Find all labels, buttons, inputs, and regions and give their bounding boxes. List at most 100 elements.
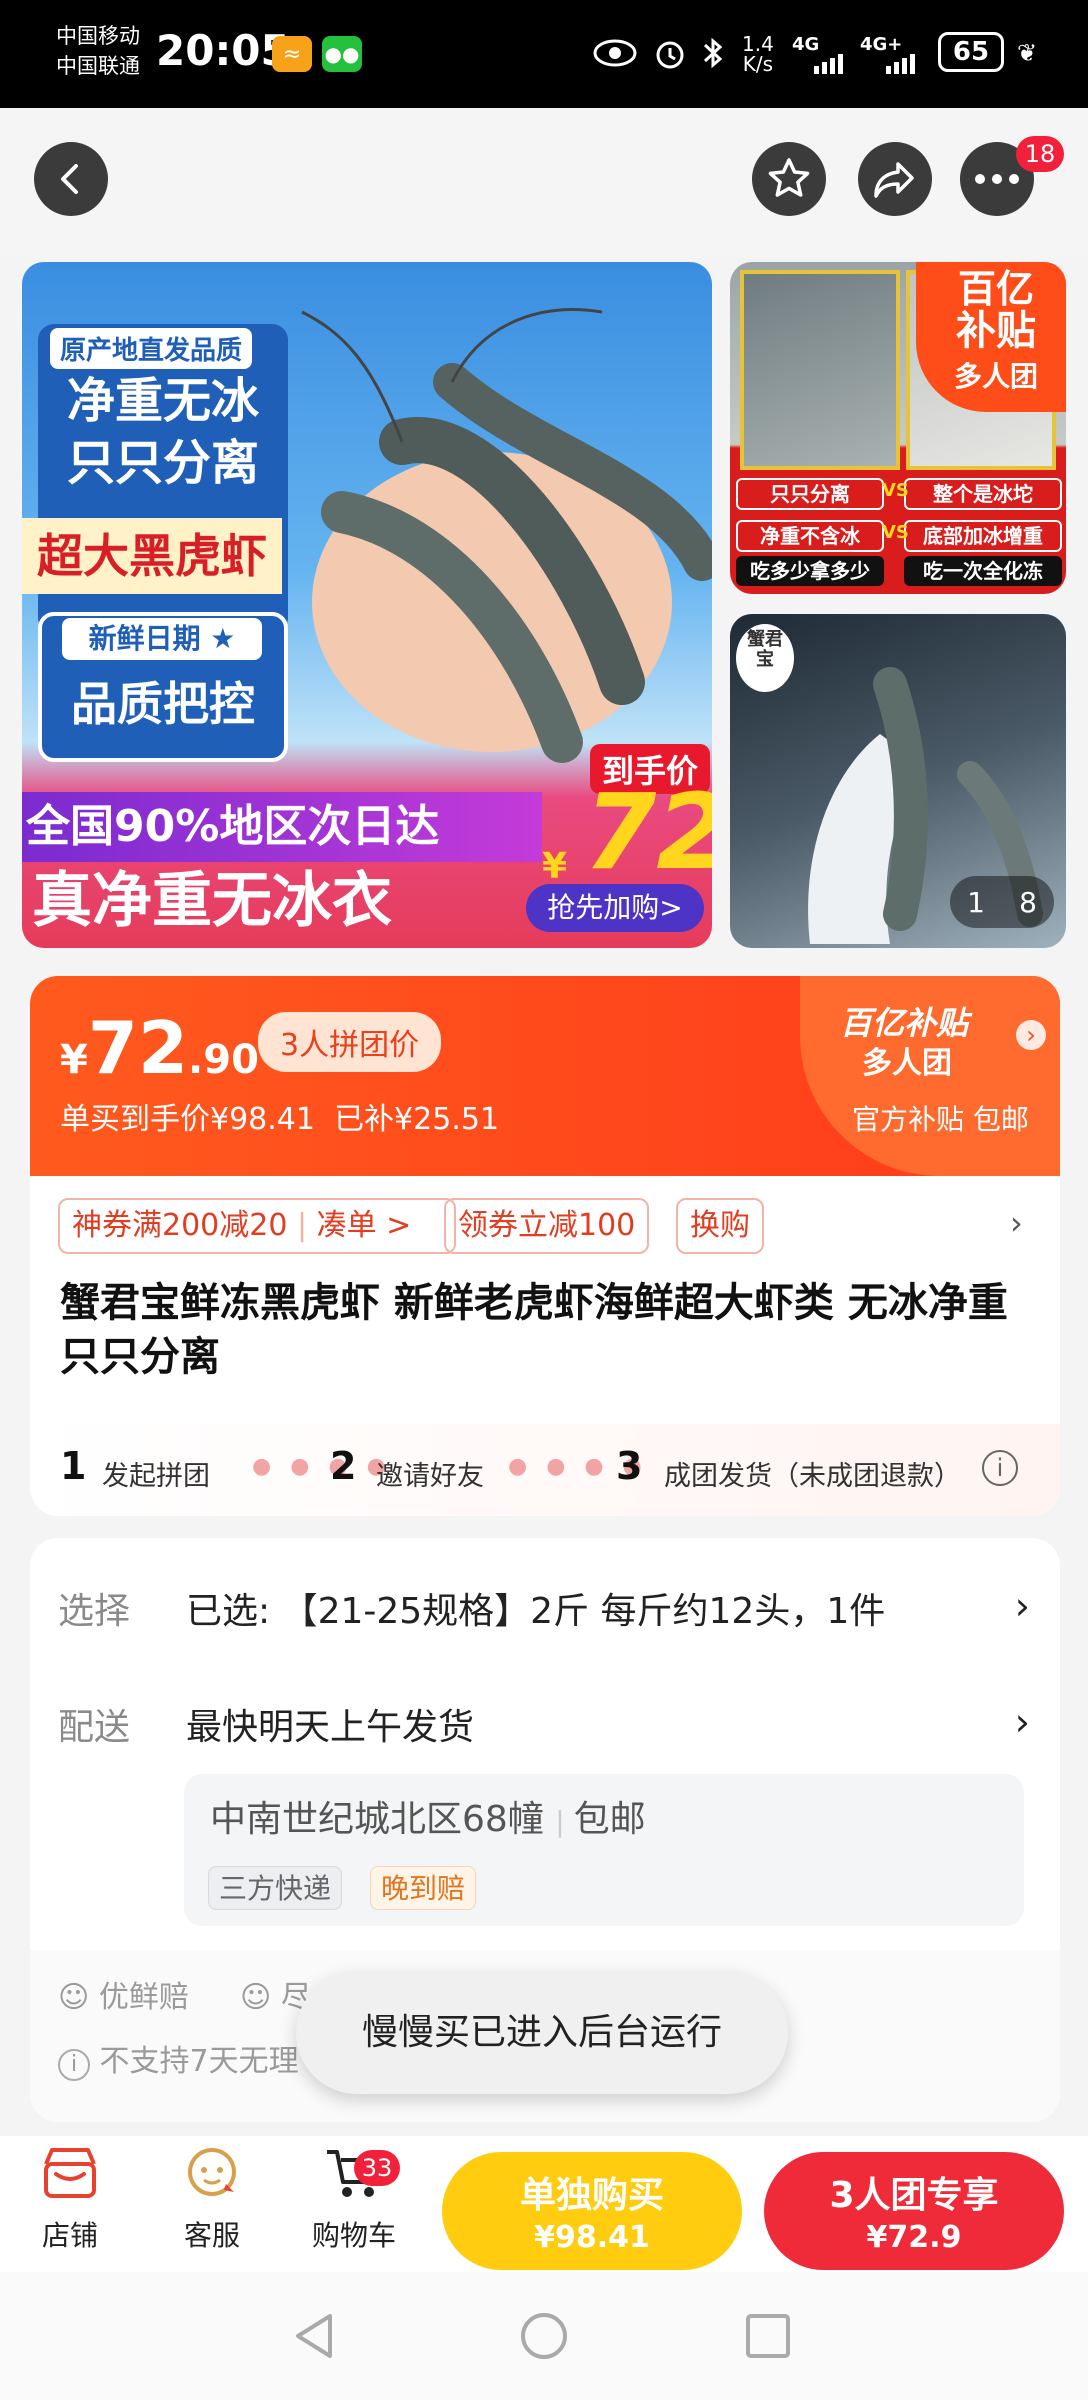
- fresh-date-tag: 新鲜日期 ★: [62, 618, 262, 660]
- delivery-time: 最快明天上午发货: [186, 1707, 475, 1748]
- vs-label-1: VS: [882, 480, 909, 501]
- store-label: 店铺: [41, 2219, 98, 2252]
- gallery-page-index: 1: [967, 885, 985, 919]
- buy-single-label: 单独购买: [519, 2175, 664, 2216]
- favorite-button[interactable]: [752, 142, 826, 216]
- step-dots-1: ● ● ● ●: [252, 1454, 392, 1479]
- product-title: 蟹君宝鲜冻黑虎虾 新鲜老虎虾海鲜超大虾类 无冰净重 只只分离: [60, 1280, 1008, 1380]
- subsidy-badge-line3: 多人团: [953, 360, 1038, 393]
- star-icon: [768, 158, 810, 197]
- address-line: 中南世纪城北区68幢 | 包邮: [210, 1799, 646, 1840]
- coupon-exchange[interactable]: 换购: [676, 1198, 764, 1254]
- promo-line-2: 只只分离: [66, 435, 259, 491]
- wechat-icon: ●●: [322, 36, 362, 72]
- price-decimal: .90: [188, 1037, 259, 1083]
- coupon-more-chevron-icon[interactable]: ›: [1010, 1204, 1023, 1242]
- final-price-currency: ¥: [542, 846, 568, 887]
- buy-single-button[interactable]: 单独购买 ¥98.41: [442, 2152, 742, 2270]
- brand-subsidy-line2: 多人团: [862, 1046, 952, 1081]
- delivery-label: 配送: [58, 1707, 131, 1748]
- more-dots-icon: [975, 174, 1019, 184]
- back-arrow-icon: [61, 164, 78, 194]
- compare-2: 整个是冰坨: [904, 478, 1062, 510]
- nav-recents-icon[interactable]: [744, 2312, 792, 2360]
- delivery-claim: 全国90%地区次日达: [26, 801, 440, 852]
- status-bar: 中国移动 中国联通 20:05 ≈ ●● 1.4 K/s 4G 4G+ 65 ❦: [0, 0, 1088, 108]
- network-2-label: 4G+: [860, 34, 903, 55]
- assurance-item-return: i 不支持7天无理: [58, 2036, 299, 2081]
- brand-seal-text: 蟹君宝: [747, 629, 783, 670]
- address-text: 中南世纪城北区68幢: [210, 1799, 544, 1840]
- customer-service-tab[interactable]: 客服: [162, 2144, 262, 2254]
- nav-back-icon[interactable]: [290, 2310, 340, 2362]
- nav-home-icon[interactable]: [518, 2310, 570, 2362]
- store-icon: [44, 2148, 96, 2198]
- group-buy-steps: 1 发起拼团 ● ● ● ● 2 邀请好友 ● ● ● ● 3 成团发货（未成团…: [30, 1424, 1060, 1516]
- store-tab[interactable]: 店铺: [20, 2144, 120, 2254]
- smile-icon: ☺: [240, 1980, 272, 2015]
- shipping-label: 包邮: [573, 1799, 646, 1840]
- step-1-label: 发起拼团: [102, 1461, 210, 1492]
- promo-banner: 超大黑虎虾: [37, 529, 267, 583]
- no-return-label: 不支持7天无理: [99, 2044, 299, 2079]
- buy-group-button[interactable]: 3人团专享 ¥72.9: [764, 2152, 1064, 2270]
- final-price-value: 72: [584, 771, 712, 893]
- compare-4: 底部加冰增重: [904, 520, 1062, 552]
- gallery-page-total: 8: [1019, 885, 1037, 919]
- main-product-image[interactable]: 原产地直发品质 净重无冰 只只分离 超大黑虎虾 新鲜日期 ★ 品质把控 全国90…: [22, 262, 712, 948]
- no-ice-claim: 真净重无冰衣: [32, 866, 392, 936]
- subsidy-badge-line2: 补贴: [956, 308, 1036, 354]
- back-button[interactable]: [34, 142, 108, 216]
- cart-count-badge: 33: [354, 2150, 400, 2186]
- app-notification-icon: ≈: [272, 36, 312, 72]
- coupon-discount-label: 神券满200减20: [72, 1208, 288, 1243]
- address-box[interactable]: 中南世纪城北区68幢 | 包邮 三方快递 晚到赔: [184, 1774, 1024, 1926]
- compare-6: 吃一次全化冻: [904, 556, 1062, 586]
- coupon-instant-label: 领券立减100: [458, 1208, 636, 1243]
- select-chevron-icon: ›: [1014, 1584, 1030, 1628]
- brand-seal: 蟹君宝: [736, 624, 794, 692]
- subsidy-amount: 已补¥25.51: [334, 1102, 500, 1137]
- promo-line-1: 净重无冰: [66, 373, 259, 429]
- compare-1: 只只分离: [736, 478, 884, 510]
- share-icon: [874, 162, 914, 198]
- chevron-right-icon: ›: [1016, 1020, 1046, 1050]
- group-price: ¥72.90: [60, 1006, 259, 1090]
- gallery-pager: 1 8: [950, 876, 1054, 928]
- card-curve: [30, 1176, 1060, 1200]
- clock: 20:05: [156, 26, 290, 75]
- gallery-thumbnail-2[interactable]: 蟹君宝 1 8: [730, 614, 1066, 948]
- price-currency: ¥: [60, 1037, 88, 1083]
- step-3-label: 成团发货（未成团退款）: [664, 1461, 961, 1492]
- message-count-badge: 18: [1016, 136, 1064, 172]
- customer-service-label: 客服: [183, 2219, 240, 2252]
- assurance-item-fresh: ☺ 优鲜赔: [58, 1972, 189, 2016]
- info-circle-icon: i: [58, 2049, 90, 2081]
- smile-icon: ☺: [58, 1980, 90, 2015]
- coupon-combine-label: 凑单 >: [316, 1208, 412, 1243]
- system-nav-bar: [0, 2272, 1088, 2400]
- price-integer: 72: [87, 1006, 189, 1090]
- quality-label: 品质把控: [71, 677, 255, 731]
- info-icon[interactable]: i: [982, 1450, 1018, 1486]
- cart-label: 购物车: [311, 2219, 396, 2252]
- step-2-label: 邀请好友: [376, 1461, 484, 1492]
- delivery-chevron-icon: ›: [1014, 1700, 1030, 1744]
- gallery-thumbnail-1[interactable]: 百亿 补贴 多人团 只只分离 整个是冰坨 净重不含冰 底部加冰增重 吃多少拿多少…: [730, 262, 1066, 594]
- vs-label-2: VS: [882, 522, 909, 543]
- signal-2-icon: [866, 54, 926, 78]
- delivery-row[interactable]: [30, 1676, 1060, 1766]
- selected-spec: 已选: 【21-25规格】2斤 每斤约12头，1件: [186, 1591, 886, 1632]
- compare-5: 吃多少拿多少: [736, 556, 884, 586]
- network-1-label: 4G: [792, 34, 820, 55]
- carrier-1: 中国移动: [56, 24, 140, 48]
- customer-service-icon: [188, 2148, 236, 2196]
- subsidy-badge-line1: 百亿: [957, 267, 1034, 311]
- alarm-icon: [650, 32, 690, 74]
- buy-single-price: ¥98.41: [534, 2220, 650, 2255]
- coupon-discount[interactable]: 神券满200减20 | 凑单 >: [58, 1198, 456, 1254]
- leaf-icon: ❦: [1016, 39, 1038, 67]
- share-button[interactable]: [858, 142, 932, 216]
- late-compensation-chip: 晚到赔: [370, 1866, 477, 1910]
- coupon-instant-off[interactable]: 领券立减100: [444, 1198, 650, 1254]
